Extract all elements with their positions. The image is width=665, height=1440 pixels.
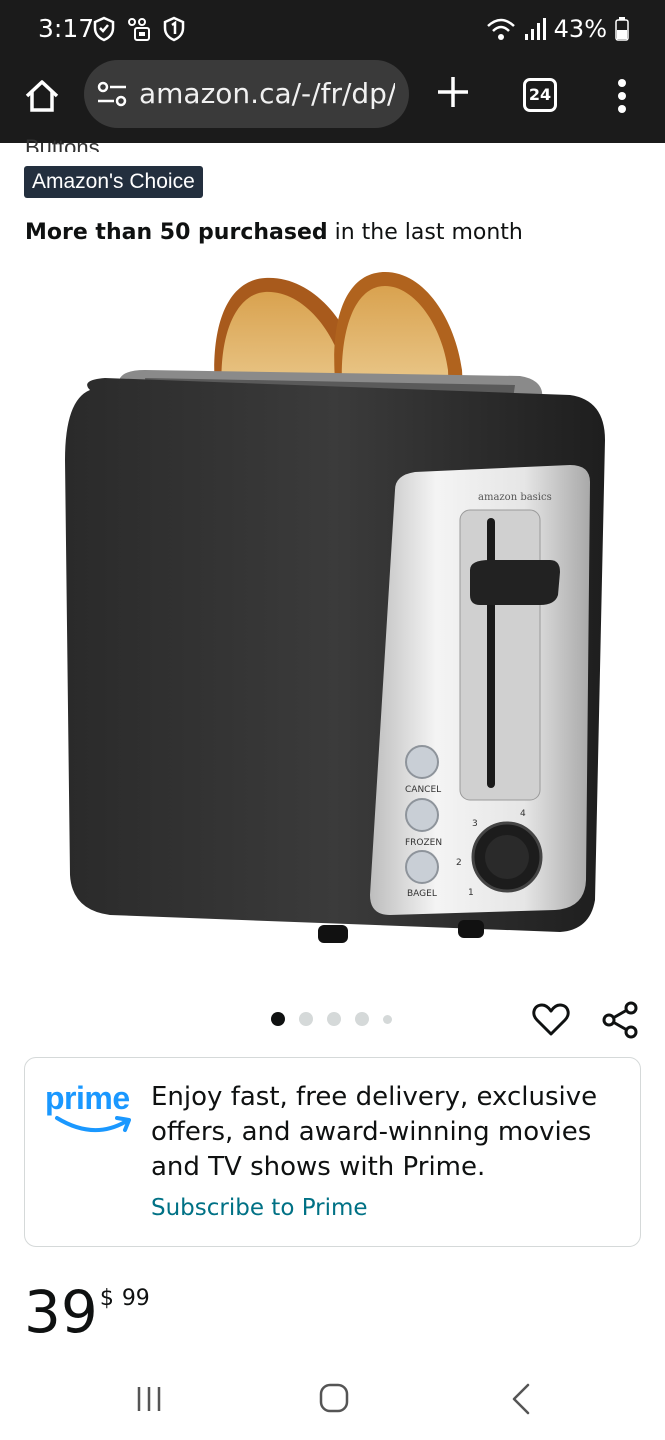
- tabs-button[interactable]: 24: [523, 78, 557, 112]
- home-icon[interactable]: [22, 76, 62, 116]
- price: 39 $ 99: [24, 1280, 150, 1344]
- toaster-label-frozen: FROZEN: [405, 838, 442, 848]
- recent-apps-icon[interactable]: [134, 1384, 164, 1414]
- carousel-dot-5[interactable]: [383, 1014, 392, 1024]
- purchase-count: More than 50 purchased in the last month: [25, 220, 523, 245]
- system-home-icon[interactable]: [318, 1382, 350, 1414]
- cancel-button-image: [405, 745, 439, 779]
- dial-number-2: 2: [456, 858, 462, 868]
- carousel-dot-2[interactable]: [299, 1012, 313, 1026]
- share-icon[interactable]: [600, 1000, 640, 1040]
- prime-logo-text: prime: [45, 1080, 130, 1116]
- toaster-label-cancel: CANCEL: [405, 785, 441, 795]
- new-tab-plus-icon[interactable]: [433, 72, 473, 112]
- site-settings-icon[interactable]: [96, 80, 128, 108]
- brand-label: amazon basics: [478, 492, 552, 503]
- browser-chrome: 3:17 43% amazon.ca/-/fr/dp/B0 24: [0, 0, 665, 143]
- price-fraction: 99: [121, 1286, 150, 1311]
- partially-hidden-text: Buttons: [25, 135, 100, 152]
- status-icons-right: 43%: [486, 15, 629, 43]
- shield-icon: [93, 16, 115, 42]
- notification-1-icon: [163, 16, 185, 42]
- carousel-dot-3[interactable]: [327, 1012, 341, 1026]
- purchase-count-bold: More than 50 purchased: [25, 220, 328, 245]
- wifi-6e-icon: [486, 18, 515, 40]
- voicemail-icon: [128, 18, 150, 41]
- dial-number-1: 1: [468, 888, 474, 898]
- system-nav-bar: [0, 1360, 665, 1440]
- dial-number-3: 3: [472, 819, 478, 829]
- frozen-button-image: [405, 798, 439, 832]
- toaster-label-bagel: BAGEL: [407, 889, 437, 899]
- status-bar: 3:17 43%: [0, 0, 665, 58]
- dial-number-4: 4: [520, 809, 526, 819]
- carousel-dot-4[interactable]: [355, 1012, 369, 1026]
- carousel-dot-1[interactable]: [271, 1012, 285, 1026]
- battery-icon: [615, 17, 629, 41]
- status-icons-left: [92, 16, 186, 42]
- price-whole: 39: [24, 1278, 98, 1346]
- back-icon[interactable]: [508, 1382, 534, 1416]
- prime-description: Enjoy fast, free delivery, exclusive off…: [151, 1082, 598, 1182]
- prime-promo-card: prime Enjoy fast, free delivery, exclusi…: [24, 1057, 641, 1247]
- signal-icon: [524, 18, 546, 40]
- image-carousel-dots: [271, 1012, 392, 1026]
- purchase-count-rest: in the last month: [327, 220, 523, 245]
- heart-icon[interactable]: [531, 1000, 571, 1040]
- more-menu-icon[interactable]: [612, 76, 632, 116]
- browser-toolbar: amazon.ca/-/fr/dp/B0 24: [0, 58, 665, 133]
- status-time: 3:17: [38, 14, 95, 43]
- amazons-choice-badge[interactable]: Amazon's Choice: [24, 166, 203, 198]
- url-bar[interactable]: amazon.ca/-/fr/dp/B0: [84, 60, 409, 128]
- product-image[interactable]: amazon basics CANCEL FROZEN BAGEL 1 2 3 …: [50, 260, 615, 950]
- battery-percent: 43%: [553, 15, 607, 43]
- price-currency-symbol: $: [99, 1286, 114, 1311]
- bagel-button-image: [405, 850, 439, 884]
- subscribe-to-prime-link[interactable]: Subscribe to Prime: [151, 1195, 368, 1221]
- url-text[interactable]: amazon.ca/-/fr/dp/B0: [139, 77, 395, 110]
- prime-logo: prime: [45, 1080, 137, 1140]
- prime-smile-icon: [55, 1116, 131, 1133]
